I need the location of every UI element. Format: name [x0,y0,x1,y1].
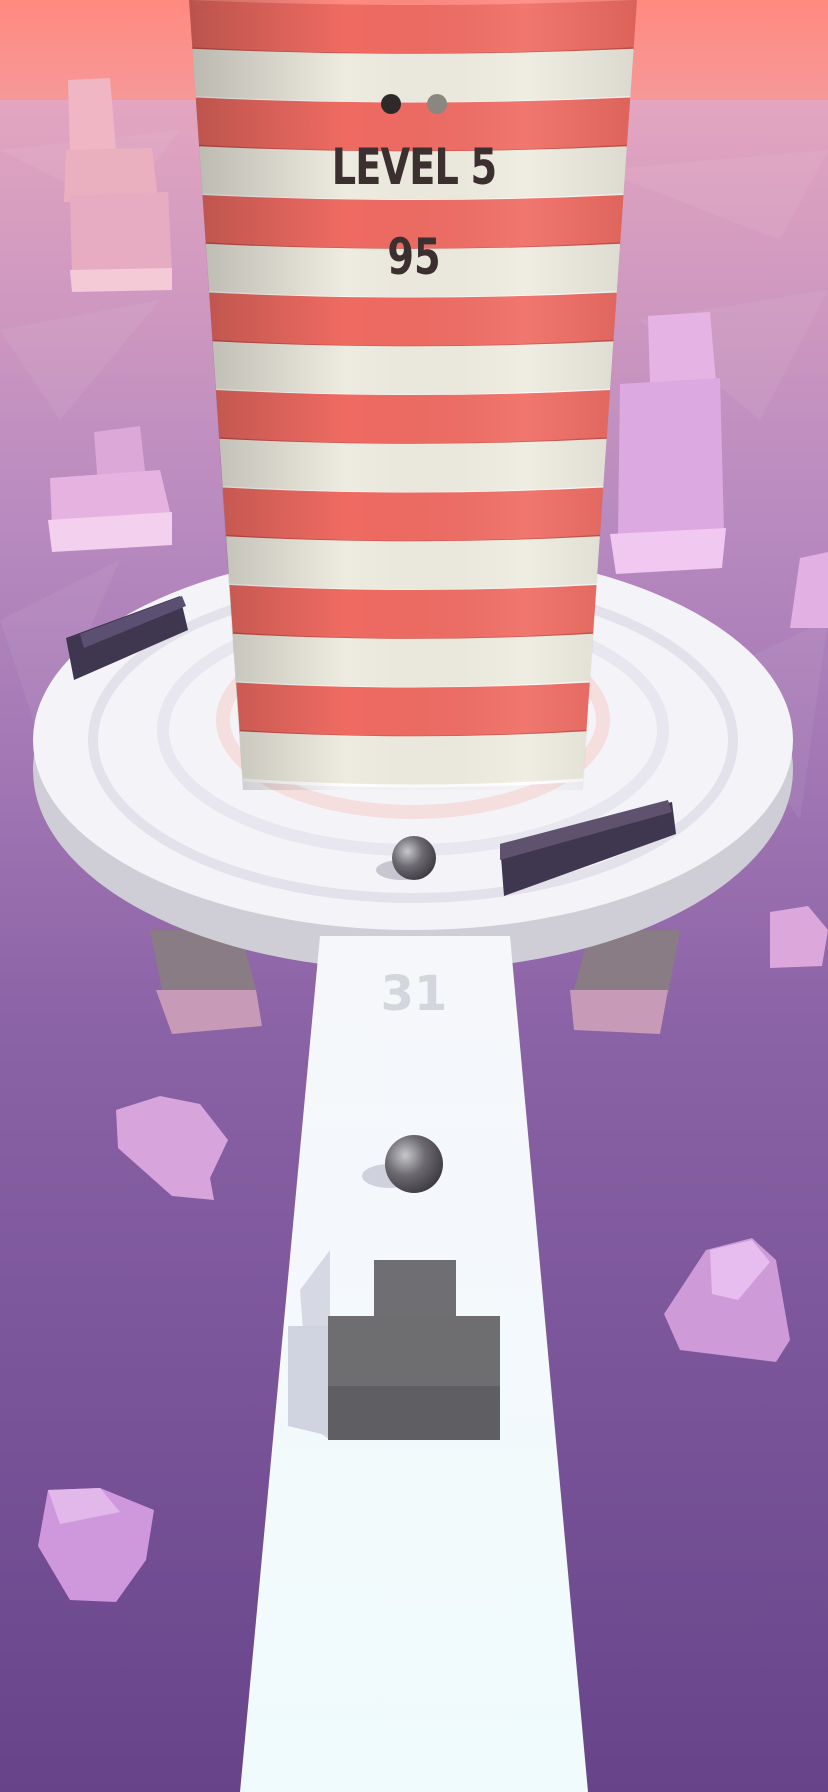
level-label: LEVEL 5 [331,138,497,196]
tower-shading [189,0,637,790]
striped-tower [189,0,637,790]
level-progress-dots [0,94,828,114]
progress-dot-filled [381,94,401,114]
progress-dot-empty [427,94,447,114]
score: 95 [387,228,441,286]
path-counter: 31 [380,966,448,1022]
